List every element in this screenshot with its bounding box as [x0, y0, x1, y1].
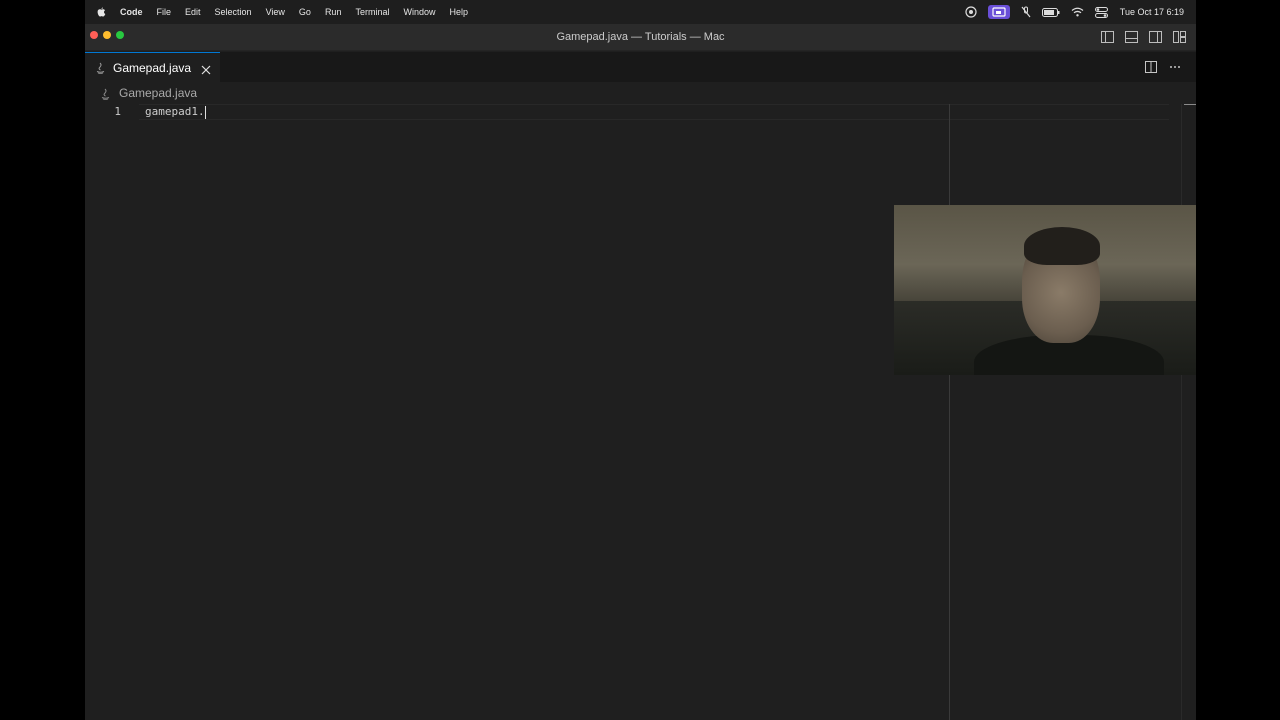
toggle-primary-sidebar-icon[interactable]	[1101, 31, 1114, 43]
menu-terminal[interactable]: Terminal	[355, 7, 389, 17]
tab-label: Gamepad.java	[113, 61, 192, 75]
tab-gamepad-java[interactable]: Gamepad.java	[85, 52, 220, 82]
menu-file[interactable]: File	[157, 7, 172, 17]
wifi-icon[interactable]	[1071, 7, 1084, 17]
layout-controls	[1090, 31, 1186, 43]
menu-window[interactable]: Window	[403, 7, 435, 17]
apple-icon[interactable]	[97, 7, 106, 17]
breadcrumb: Gamepad.java	[85, 82, 1196, 104]
menu-selection[interactable]: Selection	[215, 7, 252, 17]
battery-icon[interactable]	[1041, 7, 1060, 17]
window-title: Gamepad.java — Tutorials — Mac	[556, 31, 725, 43]
code-line-text: gamepad1.	[145, 105, 205, 118]
screen-share-icon[interactable]	[987, 5, 1010, 19]
editor-ruler	[949, 104, 950, 720]
text-cursor	[204, 105, 206, 119]
close-icon[interactable]	[201, 62, 211, 75]
toggle-panel-icon[interactable]	[1125, 31, 1138, 43]
menu-go[interactable]: Go	[299, 7, 311, 17]
menu-clock[interactable]: Tue Oct 17 6:19	[1120, 7, 1184, 17]
menu-help[interactable]: Help	[449, 7, 468, 17]
editor-tab-bar: Gamepad.java	[85, 52, 1196, 82]
more-actions-icon[interactable]	[1168, 60, 1182, 74]
control-center-icon[interactable]	[1094, 6, 1108, 18]
menu-edit[interactable]: Edit	[185, 7, 201, 17]
code-editor[interactable]: 1 gamepad1.	[85, 104, 1196, 720]
current-line-highlight	[139, 104, 1169, 120]
java-icon	[96, 61, 105, 74]
split-editor-icon[interactable]	[1144, 60, 1158, 74]
webcam-overlay	[894, 205, 1196, 375]
menu-bar: Code File Edit Selection View Go Run Ter…	[85, 0, 1196, 24]
customize-layout-icon[interactable]	[1173, 31, 1186, 43]
menu-view[interactable]: View	[266, 7, 285, 17]
minimap-slider[interactable]	[1184, 104, 1196, 105]
code-line[interactable]: gamepad1.	[145, 104, 206, 120]
java-icon	[101, 87, 110, 100]
title-bar: Gamepad.java — Tutorials — Mac	[85, 24, 1196, 51]
breadcrumb-file[interactable]: Gamepad.java	[119, 86, 197, 100]
mic-off-icon[interactable]	[1021, 6, 1031, 18]
toggle-secondary-sidebar-icon[interactable]	[1149, 31, 1162, 43]
creative-cloud-icon[interactable]	[965, 6, 977, 18]
menu-run[interactable]: Run	[325, 7, 342, 17]
editor-actions	[1134, 60, 1182, 74]
webcam-person-hair	[1024, 227, 1100, 265]
menu-code[interactable]: Code	[120, 7, 143, 17]
minimap[interactable]	[1181, 104, 1196, 720]
line-number: 1	[114, 105, 121, 118]
status-area: Tue Oct 17 6:19	[954, 5, 1196, 19]
